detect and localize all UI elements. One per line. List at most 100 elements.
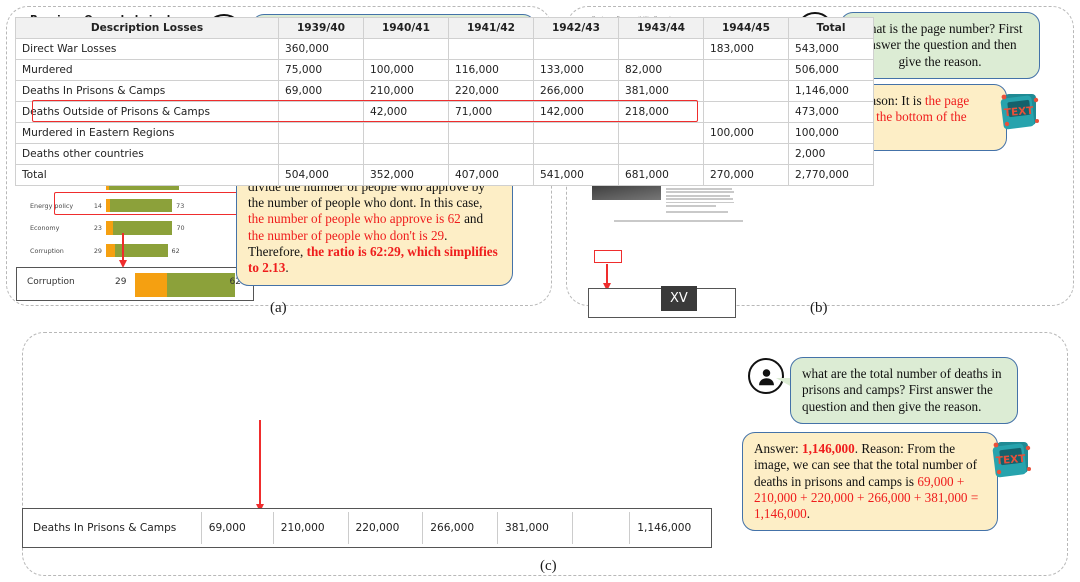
chart-highlight-corruption bbox=[54, 192, 246, 215]
table-cell-value: 2,000 bbox=[788, 143, 874, 165]
table-row: Direct War Losses 360,000 183,000 543,000 bbox=[15, 38, 874, 60]
panel-c-label: (c) bbox=[540, 558, 557, 574]
answer-s2-c: . bbox=[806, 506, 811, 522]
table-header-cell: Total bbox=[788, 17, 874, 39]
answer-bubble-c: Answer: 1,146,000. Reason: From the imag… bbox=[742, 432, 998, 532]
zoom-row-value: 1,146,000 bbox=[637, 522, 692, 534]
zoom-bar-disapprove bbox=[135, 273, 167, 297]
answer-s4-a: . bbox=[285, 260, 289, 276]
answer-red1-a: the number of people who approve is 62 bbox=[248, 211, 461, 227]
table-cell-value bbox=[278, 122, 364, 144]
question-bubble-c: what are the total number of deaths in p… bbox=[790, 357, 1018, 424]
zoom-arrow-c bbox=[256, 420, 264, 512]
table-cell-value bbox=[618, 38, 704, 60]
table-cell-value bbox=[278, 143, 364, 165]
table-cell-value bbox=[363, 122, 449, 144]
table-row: Murdered 75,000 100,000 116,000 133,000 82,00… bbox=[15, 59, 874, 81]
answer-s2-a: and bbox=[460, 211, 484, 227]
table-cell-value bbox=[533, 38, 619, 60]
table-cell-value: 82,000 bbox=[618, 59, 704, 81]
table-cell-value: 506,000 bbox=[788, 59, 874, 81]
table-cell-value bbox=[703, 80, 789, 102]
table-header-cell: Description Losses bbox=[15, 17, 279, 39]
table-cell-value: 220,000 bbox=[448, 80, 534, 102]
table-cell-value bbox=[533, 143, 619, 165]
chart-row-approve: 70 bbox=[176, 224, 185, 233]
table-cell-value: 504,000 bbox=[278, 164, 364, 186]
zoom-box-page-number: XV bbox=[588, 286, 736, 318]
chart-row-disapprove: 23 bbox=[93, 224, 102, 233]
zoom-row-value: 381,000 bbox=[497, 512, 573, 544]
table-header-cell: 1944/45 bbox=[703, 17, 789, 39]
table-cell-value: 381,000 bbox=[618, 80, 704, 102]
table-cell-value bbox=[703, 101, 789, 123]
zoom-arrow-b bbox=[603, 264, 611, 291]
table-cell-value bbox=[703, 143, 789, 165]
zoom-row-value: 266,000 bbox=[422, 512, 498, 544]
panel-b-label: (b) bbox=[810, 300, 828, 316]
table-cell-value: 360,000 bbox=[278, 38, 364, 60]
answer-red2-a: the number of people who don't is 29 bbox=[248, 227, 445, 243]
table-cell-value: 270,000 bbox=[703, 164, 789, 186]
answer-value-c: 1,146,000 bbox=[801, 441, 855, 456]
table-cell-value: 352,000 bbox=[363, 164, 449, 186]
chart-row-label: Economy bbox=[30, 224, 60, 233]
zoom-row-value bbox=[572, 512, 631, 544]
table-cell-value bbox=[448, 122, 534, 144]
table-cell-value: 210,000 bbox=[363, 80, 449, 102]
table-cell-value: 681,000 bbox=[618, 164, 704, 186]
text-modality-icon-b: TEXT bbox=[996, 88, 1044, 132]
answer-prefix-c: Answer: bbox=[754, 441, 802, 456]
table-cell-value: 100,000 bbox=[703, 122, 789, 144]
table-cell-value: 266,000 bbox=[533, 80, 619, 102]
chart-row-approve: 62 bbox=[171, 246, 180, 255]
zoom-table: Deaths In Prisons & Camps 69,000 210,000 22… bbox=[26, 512, 708, 544]
chart-row-label: Corruption bbox=[30, 246, 64, 255]
page-number-highlight bbox=[594, 250, 622, 263]
question-text-c: what are the total number of deaths in p… bbox=[802, 366, 1002, 414]
table-header-row: Description Losses 1939/40 1940/41 1941/42 1… bbox=[15, 17, 874, 39]
table-cell-value bbox=[363, 38, 449, 60]
table-cell-value bbox=[448, 143, 534, 165]
table-cell-value: 100,000 bbox=[788, 122, 874, 144]
table-cell-value bbox=[363, 143, 449, 165]
question-text-b: What is the page number? First answer th… bbox=[857, 21, 1023, 69]
table-cell-value bbox=[618, 143, 704, 165]
table-row: Deaths In Prisons & Camps 69,000 210,000 22… bbox=[15, 80, 874, 102]
page-number-chip: XV bbox=[661, 286, 697, 311]
table-header-cell: 1942/43 bbox=[533, 17, 619, 39]
table-cell-value bbox=[448, 38, 534, 60]
table-cell-value: 69,000 bbox=[278, 80, 364, 102]
zoom-table-row: Deaths In Prisons & Camps 69,000 210,000 22… bbox=[26, 512, 708, 544]
table-header-cell: 1943/44 bbox=[618, 17, 704, 39]
table-row-highlight bbox=[32, 100, 698, 122]
table-cell-value bbox=[533, 122, 619, 144]
document-footer-text bbox=[614, 220, 743, 223]
table-row-description: Murdered in Eastern Regions bbox=[15, 122, 279, 144]
chart-row: Economy 23 70 bbox=[30, 218, 208, 241]
table-cell-value: 183,000 bbox=[703, 38, 789, 60]
table-cell-value: 133,000 bbox=[533, 59, 619, 81]
zoom-row-label: Corruption bbox=[27, 277, 75, 287]
table-row: Deaths other countries 2,000 bbox=[15, 143, 874, 165]
table-cell-value: 541,000 bbox=[533, 164, 619, 186]
zoom-bar-approve bbox=[167, 273, 235, 297]
table-row-description: Murdered bbox=[15, 59, 279, 81]
zoom-box-table-row: Deaths In Prisons & Camps 69,000 210,000 22… bbox=[22, 508, 712, 548]
panel-a-label: (a) bbox=[270, 300, 287, 316]
zoom-row-disapprove: 29 bbox=[115, 277, 127, 287]
table-row: Murdered in Eastern Regions 100,000 100,00… bbox=[15, 122, 874, 144]
zoom-row-value: 210,000 bbox=[273, 512, 349, 544]
table-cell-value: 75,000 bbox=[278, 59, 364, 81]
avatar bbox=[748, 358, 784, 394]
table-row: Total 504,000 352,000 407,000 541,000 681,000… bbox=[15, 164, 874, 186]
table-row-description: Deaths other countries bbox=[15, 143, 279, 165]
table-cell-value: 407,000 bbox=[448, 164, 534, 186]
table-cell-value: 543,000 bbox=[788, 38, 874, 60]
table-cell-value: 116,000 bbox=[448, 59, 534, 81]
zoom-row-value: 220,000 bbox=[348, 512, 424, 544]
zoom-row-description: Deaths In Prisons & Camps bbox=[26, 512, 202, 544]
zoom-row-value: 69,000 bbox=[201, 512, 274, 544]
table-cell-value bbox=[618, 122, 704, 144]
table-cell-value bbox=[703, 59, 789, 81]
